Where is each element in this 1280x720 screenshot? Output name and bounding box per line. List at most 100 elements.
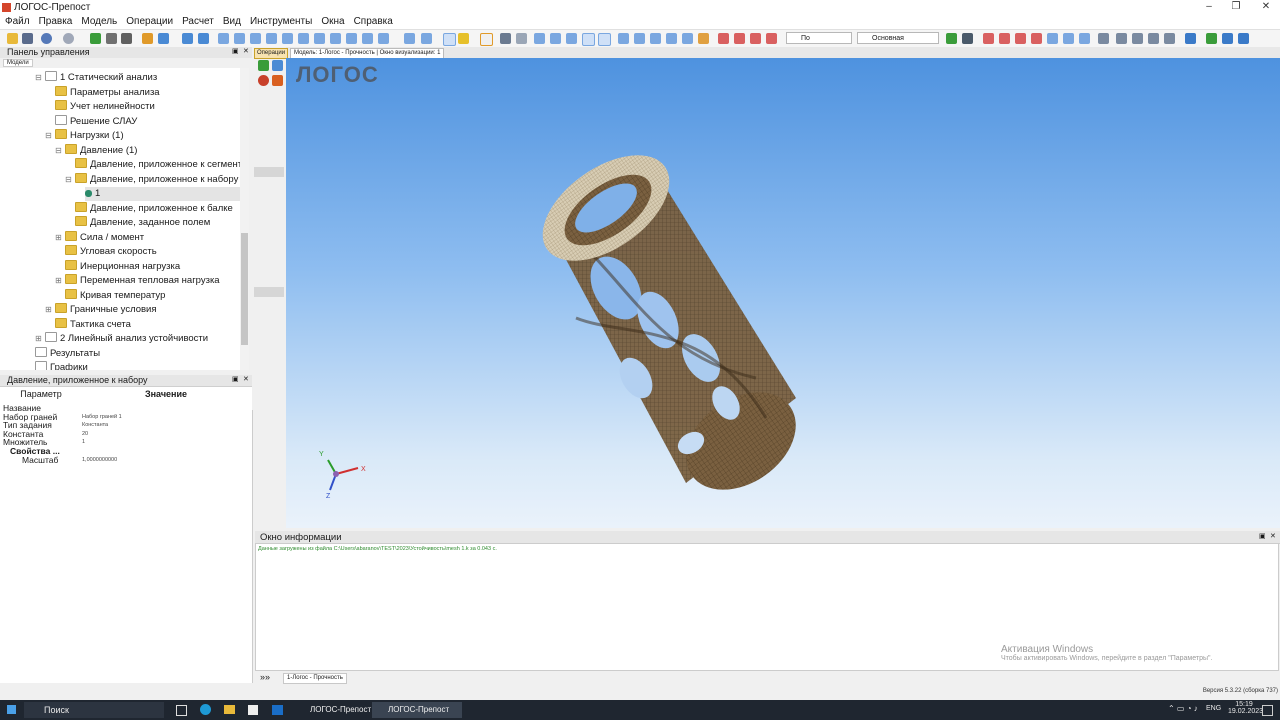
contact-icon[interactable] <box>983 33 994 44</box>
pointer-icon[interactable] <box>582 33 595 46</box>
normals-icon[interactable] <box>766 33 777 44</box>
stop-icon[interactable] <box>106 33 117 44</box>
constraint-icon[interactable] <box>999 33 1010 44</box>
print-icon[interactable] <box>121 33 132 44</box>
tree-item[interactable]: Давление, приложенное к сегменту <box>75 158 240 172</box>
tree-item[interactable]: Переменная тепловая нагрузка <box>65 274 220 288</box>
tray-icons[interactable]: ⌃ ▭ ◔ ♪ <box>1168 704 1198 713</box>
view-iso-icon[interactable] <box>314 33 325 44</box>
scrollbar-thumb[interactable] <box>241 233 248 345</box>
property-row[interactable]: Тип задания Константа <box>0 421 250 430</box>
menu-edit[interactable]: Правка <box>34 15 77 27</box>
bc-icon[interactable] <box>1031 33 1042 44</box>
menu-help[interactable]: Справка <box>349 15 397 27</box>
tree-item[interactable]: Тактика счета <box>55 317 131 332</box>
tree-item[interactable]: Результаты <box>35 346 100 361</box>
property-value[interactable]: 1 <box>82 438 85 446</box>
import-icon[interactable] <box>1222 33 1233 44</box>
add-operation-icon[interactable] <box>258 60 269 71</box>
save-icon[interactable] <box>22 33 33 44</box>
panel-close-icon[interactable]: ✕ <box>243 47 249 55</box>
tree-item[interactable]: Параметры анализа <box>55 85 160 100</box>
view-front-icon[interactable] <box>218 33 229 44</box>
pick-node-icon[interactable] <box>534 33 545 44</box>
tree-item[interactable]: Давление, приложенное к балке <box>75 201 233 216</box>
tree-item[interactable]: Давление, приложенное к набору (1) <box>75 172 240 187</box>
property-value[interactable]: 1,0000000000 <box>82 456 117 464</box>
menu-calc[interactable]: Расчет <box>177 15 218 27</box>
tree-item[interactable]: Сила / момент <box>65 230 144 245</box>
cascade-icon[interactable] <box>1132 33 1143 44</box>
notification-icon[interactable] <box>1262 705 1273 716</box>
property-value[interactable]: 20 <box>82 430 88 438</box>
tree-scrollbar[interactable] <box>240 68 249 370</box>
settings-icon[interactable] <box>1238 33 1249 44</box>
run-operation-icon[interactable] <box>272 75 283 86</box>
tree-item[interactable]: Инерционная нагрузка <box>65 259 180 274</box>
layer-select[interactable]: Основная <box>857 32 939 44</box>
open-icon[interactable] <box>7 33 18 44</box>
view-top-icon[interactable] <box>282 33 293 44</box>
light-icon[interactable] <box>458 33 469 44</box>
export-icon[interactable] <box>1206 33 1217 44</box>
zoom-window-icon[interactable] <box>362 33 373 44</box>
property-row[interactable]: Масштаб 1,0000000000 <box>0 455 250 464</box>
mesh-icon[interactable] <box>158 33 169 44</box>
menu-operations[interactable]: Операции <box>121 15 177 27</box>
tree-item[interactable]: Графики <box>35 361 88 370</box>
expand-toggle-icon[interactable]: ⊟ <box>65 173 72 187</box>
expand-arrows-icon[interactable]: »» <box>260 672 270 682</box>
tree-item[interactable]: Граничные условия <box>55 303 157 317</box>
pan-icon[interactable] <box>346 33 357 44</box>
view-back-icon[interactable] <box>234 33 245 44</box>
layer-icon[interactable] <box>1079 33 1090 44</box>
tab-logos-strength[interactable]: 1-Логос - Прочность <box>283 673 347 684</box>
tree-item[interactable]: Учет нелинейности <box>55 100 155 114</box>
splitter-handle[interactable] <box>254 287 284 297</box>
isolate-icon[interactable] <box>650 33 661 44</box>
tree-item[interactable]: 1 <box>85 187 240 201</box>
split-vertical-icon[interactable] <box>1164 33 1175 44</box>
tree-item[interactable]: 1 Статический анализ <box>45 71 157 85</box>
component-select[interactable]: По компонентам <box>786 32 852 54</box>
run-icon[interactable] <box>90 33 101 44</box>
pick-element-icon[interactable] <box>550 33 561 44</box>
menu-view[interactable]: Вид <box>218 15 245 27</box>
property-value[interactable]: Константа <box>82 421 108 429</box>
splitter-handle[interactable] <box>254 167 284 177</box>
wireframe-icon[interactable] <box>666 33 677 44</box>
3d-viewport[interactable]: ЛОГОС Y X Z <box>286 58 1280 528</box>
tree-item[interactable]: Нагрузки (1) <box>55 129 124 143</box>
property-row[interactable]: Свойства ... <box>0 447 250 456</box>
start-icon[interactable] <box>7 705 16 714</box>
tree-item[interactable]: Давление, заданное полем <box>75 216 210 230</box>
property-row[interactable]: Название <box>0 404 250 413</box>
info-close-icon[interactable]: ✕ <box>1270 532 1276 540</box>
redo-icon[interactable] <box>63 33 74 44</box>
expand-toggle-icon[interactable]: ⊞ <box>55 274 62 288</box>
props-float-icon[interactable]: ▣ <box>232 375 239 383</box>
language-indicator[interactable]: ENG <box>1206 705 1221 712</box>
edit-operation-icon[interactable] <box>272 60 283 71</box>
undo-icon[interactable] <box>41 33 52 44</box>
filter-clear-icon[interactable] <box>516 33 527 44</box>
screenshot-icon[interactable] <box>1185 33 1196 44</box>
taskbar-app-1[interactable]: ЛОГОС-Препост <box>294 702 382 718</box>
delete-operation-icon[interactable] <box>258 75 269 86</box>
taskbar-search[interactable]: Поиск <box>24 702 164 718</box>
pick-face-icon[interactable] <box>566 33 577 44</box>
split-horizontal-icon[interactable] <box>1148 33 1159 44</box>
panel-float-icon[interactable]: ▣ <box>232 47 239 55</box>
properties-icon[interactable] <box>962 33 973 44</box>
pick-filter-icon[interactable] <box>598 33 611 46</box>
labels-icon[interactable] <box>750 33 761 44</box>
tree-item[interactable]: Решение СЛАУ <box>55 114 137 129</box>
expand-toggle-icon[interactable]: ⊟ <box>35 71 42 85</box>
show-icon[interactable] <box>618 33 629 44</box>
tile-icon[interactable] <box>1116 33 1127 44</box>
measure-icon[interactable] <box>480 33 493 46</box>
load-icon[interactable] <box>1015 33 1026 44</box>
menu-tools[interactable]: Инструменты <box>245 15 316 27</box>
clock[interactable]: 15:19 19.02.2023 <box>1228 701 1263 715</box>
group-icon[interactable] <box>1047 33 1058 44</box>
